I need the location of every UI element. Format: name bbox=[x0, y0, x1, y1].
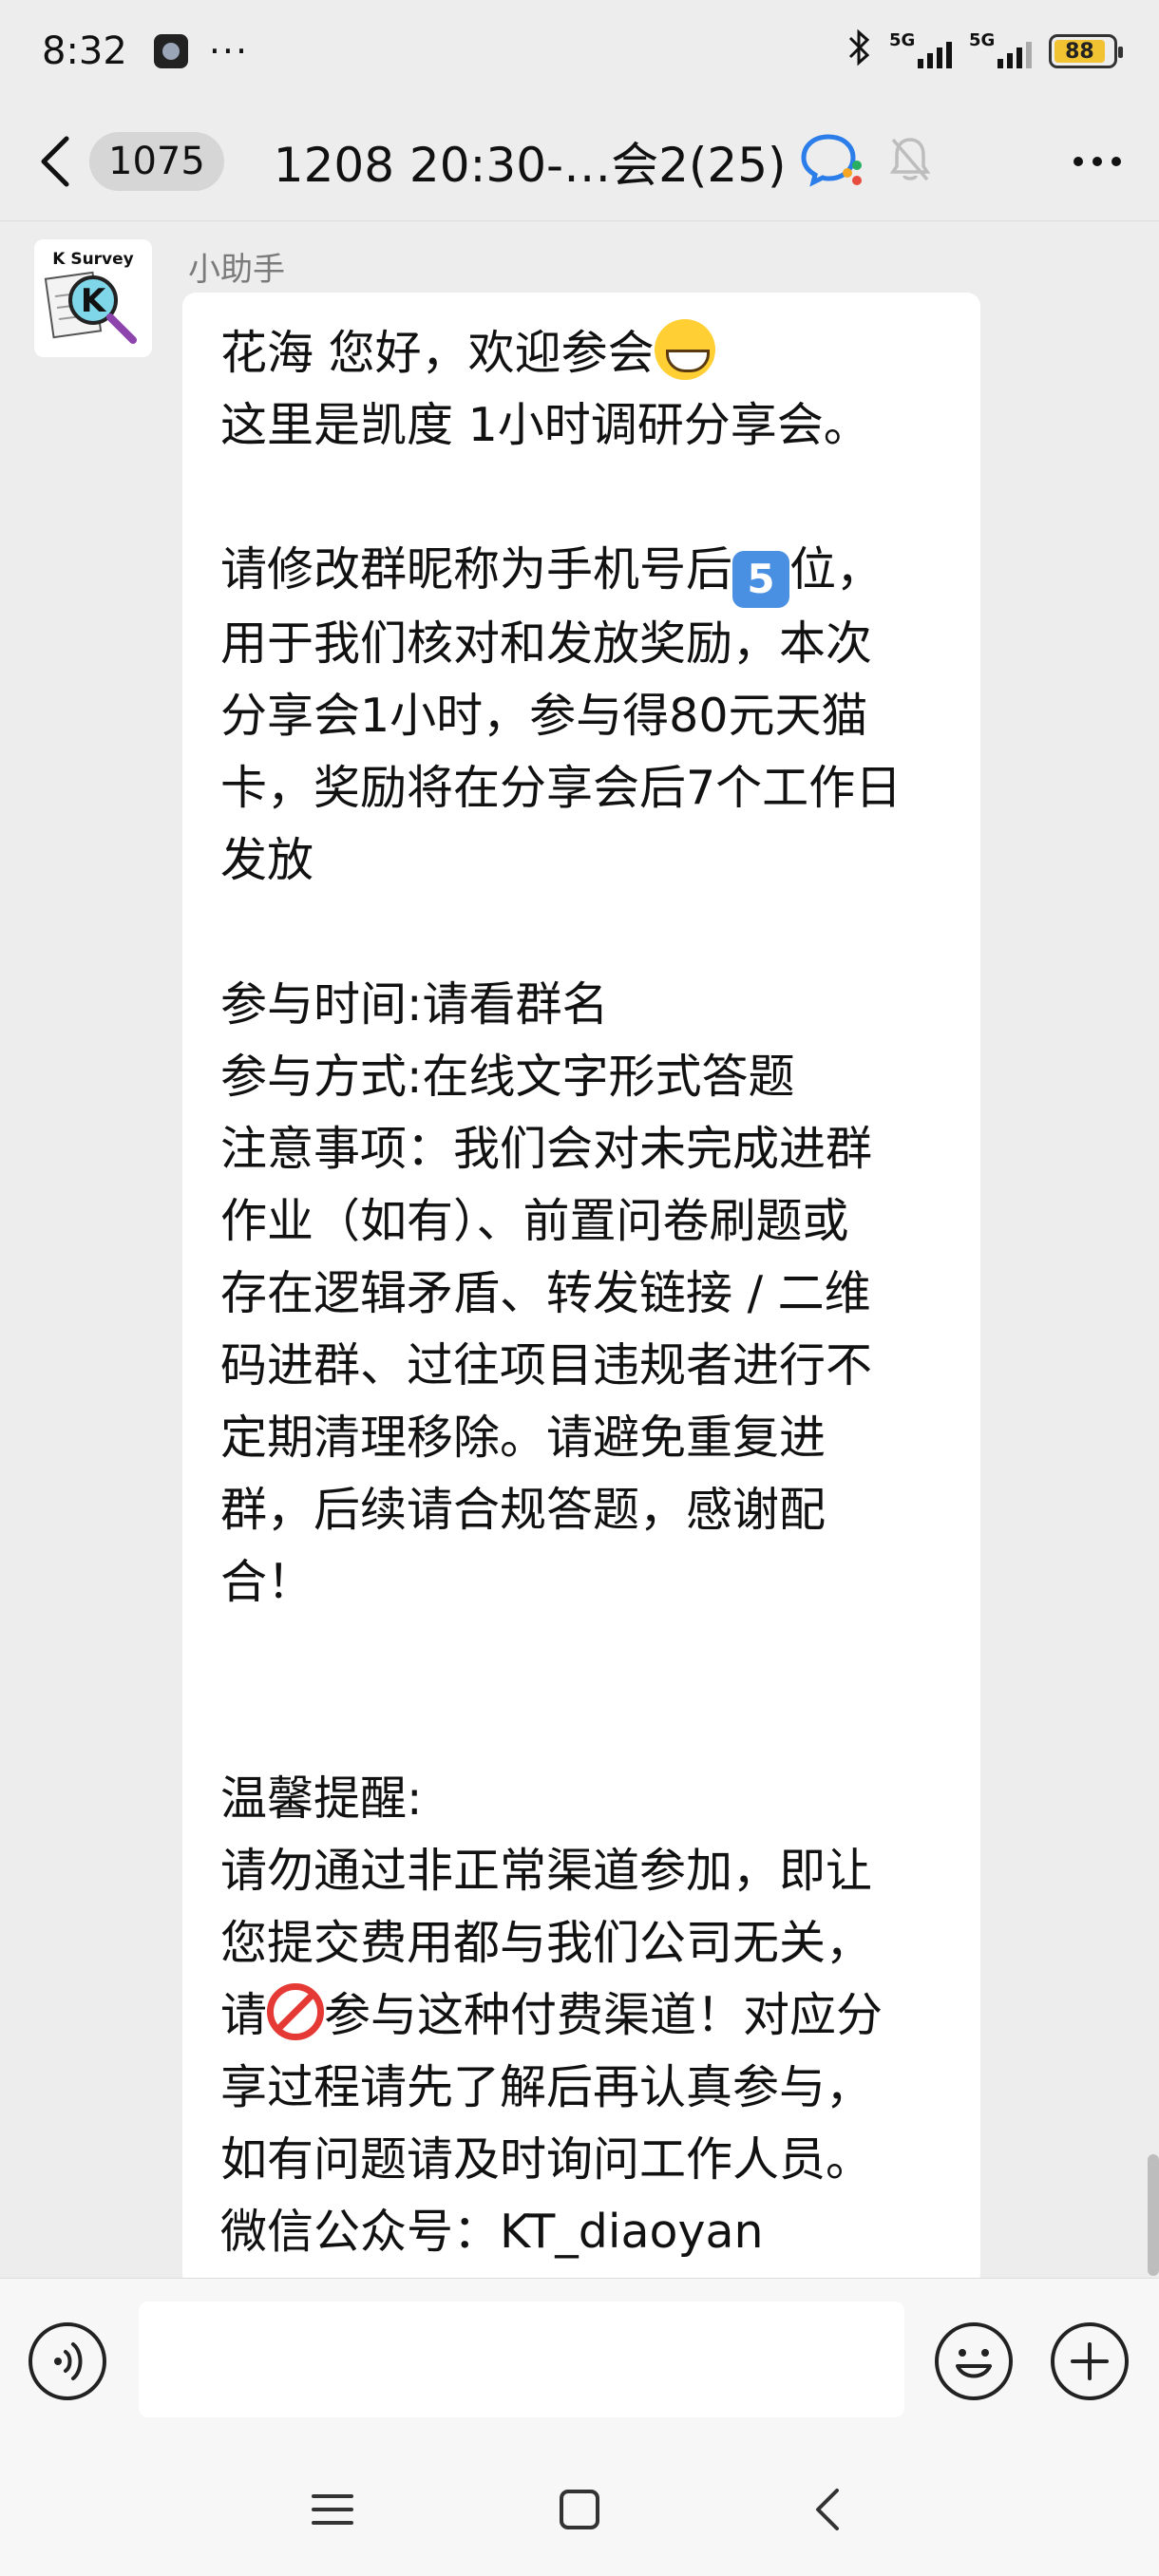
status-right: 5G 5G 88 bbox=[847, 28, 1123, 75]
scrollbar-thumb[interactable] bbox=[1148, 2154, 1159, 2276]
voice-button[interactable] bbox=[28, 2322, 106, 2400]
back-icon[interactable] bbox=[38, 135, 72, 188]
unread-count-badge[interactable]: 1075 bbox=[89, 132, 224, 191]
tip-text-b: 参与这种付费渠道！对应分 享过程请先了解后再认真参与， 如有问题请及时询问工作人… bbox=[220, 1988, 884, 2259]
back-nav-icon bbox=[816, 2489, 839, 2530]
battery-icon: 88 bbox=[1049, 34, 1123, 68]
intro-line: 这里是凯度 1小时调研分享会。 bbox=[220, 398, 870, 452]
emoji-icon bbox=[956, 2349, 992, 2378]
grin-emoji-icon bbox=[654, 319, 715, 380]
network-type-2: 5G bbox=[969, 30, 996, 50]
battery-level: 88 bbox=[1054, 40, 1105, 64]
message-bubble[interactable]: 花海 您好，欢迎参会 这里是凯度 1小时调研分享会。 请修改群昵称为手机号后 5 位… bbox=[182, 293, 980, 2287]
signal-icon-2: 5G bbox=[969, 30, 1032, 68]
plus-icon bbox=[1071, 2342, 1109, 2380]
chat-header: 1075 1208 20:30-…会2(25) bbox=[0, 103, 1159, 220]
system-nav-bar bbox=[0, 2443, 1159, 2576]
status-more-icon: ··· bbox=[208, 30, 250, 72]
message-input[interactable] bbox=[139, 2301, 904, 2417]
network-type-1: 5G bbox=[889, 30, 916, 50]
wecom-icon bbox=[800, 131, 864, 192]
avatar-text: K Survey bbox=[52, 250, 134, 269]
more-icon[interactable] bbox=[1074, 157, 1121, 166]
avatar[interactable]: K Survey K bbox=[34, 239, 152, 357]
no-entry-icon bbox=[267, 1983, 325, 2040]
signal-icon-1: 5G bbox=[889, 30, 952, 68]
info-paragraph: 参与时间:请看群名 参与方式:在线文字形式答题 注意事项：我们会对未完成进群 作… bbox=[220, 977, 873, 1609]
sender-name: 小助手 bbox=[188, 251, 285, 289]
menu-nav-button[interactable] bbox=[294, 2472, 370, 2548]
plus-button[interactable] bbox=[1051, 2322, 1129, 2400]
back-nav-button[interactable] bbox=[788, 2472, 864, 2548]
status-bar: 8:32 ··· 5G 5G 88 bbox=[0, 0, 1159, 103]
title-icons bbox=[800, 131, 931, 192]
home-icon bbox=[560, 2490, 599, 2529]
menu-icon bbox=[312, 2494, 353, 2525]
home-nav-button[interactable] bbox=[542, 2472, 618, 2548]
status-time: 8:32 bbox=[42, 29, 127, 73]
chat-title[interactable]: 1208 20:30-…会2(25) bbox=[274, 127, 787, 196]
nickname-text-a: 请修改群昵称为手机号后 bbox=[220, 542, 733, 597]
greeting-line: 花海 您好，欢迎参会 bbox=[220, 326, 655, 380]
header-divider bbox=[0, 220, 1159, 221]
voice-icon bbox=[54, 2342, 83, 2380]
bluetooth-icon bbox=[847, 28, 872, 75]
mute-bell-icon bbox=[889, 136, 931, 187]
avatar-letter: K bbox=[81, 282, 107, 320]
keycap-five-icon: 5 bbox=[732, 551, 790, 608]
chat-screen: 8:32 ··· 5G 5G 88 1075 1208 20:30-…会2(25… bbox=[0, 0, 1159, 2576]
emoji-button[interactable] bbox=[935, 2322, 1013, 2400]
app-notification-icon bbox=[153, 34, 188, 68]
input-bar bbox=[0, 2278, 1159, 2443]
